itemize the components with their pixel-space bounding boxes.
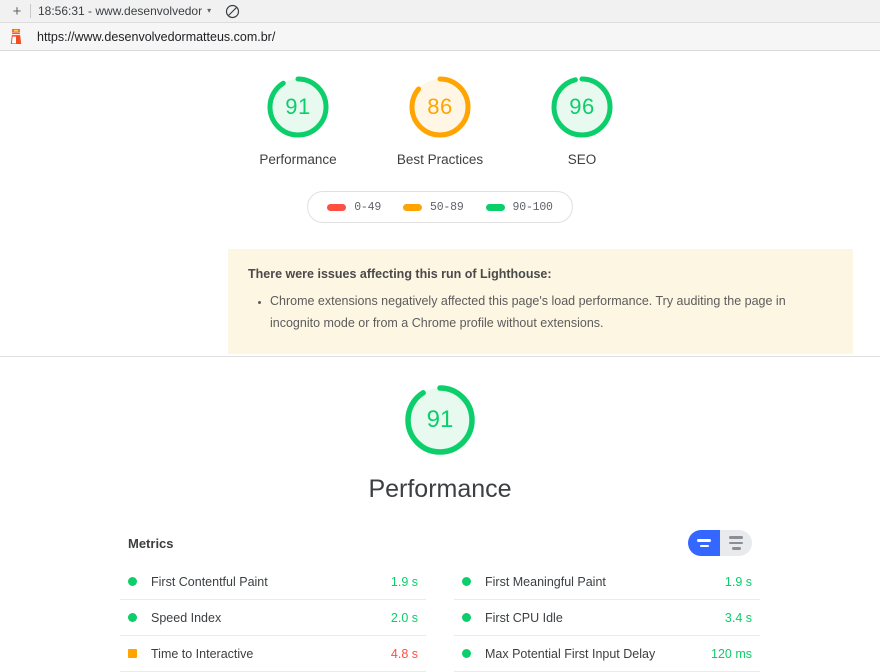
address-bar[interactable]: https://www.desenvolvedormatteus.com.br/ xyxy=(0,23,880,51)
legend-swatch-fail xyxy=(327,203,347,211)
metric-value: 120 ms xyxy=(711,646,752,661)
metric-value: 3.4 s xyxy=(724,610,752,625)
metric-name: First Contentful Paint xyxy=(151,574,268,589)
metric-row[interactable]: First Contentful Paint 1.9 s xyxy=(120,564,426,601)
metric-name: Speed Index xyxy=(151,610,222,625)
metric-status-icon xyxy=(128,577,137,587)
metric-status-icon xyxy=(462,613,471,623)
tab-strip: + 18:56:31 - www.desenvolvedor ▾ xyxy=(0,0,880,23)
toggle-bar xyxy=(729,541,743,545)
performance-score-value: 91 xyxy=(426,406,454,434)
metrics-column-left: First Contentful Paint 1.9 s Speed Index… xyxy=(120,564,426,672)
run-warnings-banner: There were issues affecting this run of … xyxy=(228,249,853,355)
legend-item-fail: 0-49 xyxy=(327,201,381,214)
metric-status-icon xyxy=(462,577,471,587)
score-gauges: 91 Performance 86 Best Practices 96 SEO xyxy=(0,51,880,169)
gauge-ring-best-practices: 86 xyxy=(406,73,474,141)
score-gauge-seo[interactable]: 96 SEO xyxy=(527,73,637,169)
score-gauge-performance[interactable]: 91 Performance xyxy=(243,73,353,169)
tab-separator xyxy=(30,4,31,18)
metric-name: Max Potential First Input Delay xyxy=(485,646,656,661)
performance-category-header: 91 Performance xyxy=(0,357,880,504)
metric-value: 1.9 s xyxy=(390,574,418,589)
simple-view-toggle[interactable] xyxy=(688,530,720,557)
performance-category-title: Performance xyxy=(368,475,512,504)
score-scale-legend: 0-49 50-89 90-100 xyxy=(307,191,573,224)
active-tab-title[interactable]: 18:56:31 - www.desenvolvedor xyxy=(38,4,202,18)
metrics-columns: First Contentful Paint 1.9 s Speed Index… xyxy=(120,564,760,672)
lighthouse-favicon-icon xyxy=(10,29,22,44)
detail-view-toggle[interactable] xyxy=(720,530,752,557)
score-legend-wrap: 0-49 50-89 90-100 xyxy=(0,191,880,224)
metric-status-icon xyxy=(462,649,471,659)
metric-row[interactable]: Time to Interactive 4.8 s xyxy=(120,636,426,672)
block-icon[interactable] xyxy=(225,4,240,19)
metric-status-icon xyxy=(128,613,137,623)
toggle-bar xyxy=(731,547,741,550)
metric-row[interactable]: First CPU Idle 3.4 s xyxy=(454,600,760,637)
run-warnings-list: Chrome extensions negatively affected th… xyxy=(248,291,827,334)
browser-chrome: + 18:56:31 - www.desenvolvedor ▾ https:/… xyxy=(0,0,880,51)
legend-label-average: 50-89 xyxy=(430,200,464,214)
metric-row[interactable]: First Meaningful Paint 1.9 s xyxy=(454,564,760,601)
score-label-seo: SEO xyxy=(567,152,597,167)
metric-status-icon xyxy=(128,649,137,659)
legend-item-average: 50-89 xyxy=(403,201,464,214)
metrics-heading: Metrics xyxy=(128,535,174,551)
url-text[interactable]: https://www.desenvolvedormatteus.com.br/ xyxy=(37,30,275,44)
metric-name: Time to Interactive xyxy=(151,646,254,661)
legend-swatch-pass xyxy=(485,203,505,211)
score-value-seo: 96 xyxy=(569,94,595,119)
metrics-header: Metrics xyxy=(120,530,760,557)
gauge-ring-performance: 91 xyxy=(264,73,332,141)
gauge-ring-seo: 96 xyxy=(548,73,616,141)
new-tab-button[interactable]: + xyxy=(6,2,28,20)
metric-name: First Meaningful Paint xyxy=(485,574,606,589)
legend-label-pass: 90-100 xyxy=(512,200,553,214)
toggle-bar xyxy=(697,539,711,542)
metric-row[interactable]: Speed Index 2.0 s xyxy=(120,600,426,637)
score-value-best-practices: 86 xyxy=(427,94,453,119)
metric-value: 1.9 s xyxy=(724,574,752,589)
metrics-column-right: First Meaningful Paint 1.9 s First CPU I… xyxy=(454,564,760,672)
score-label-best-practices: Best Practices xyxy=(396,152,484,167)
lighthouse-report: 91 Performance 86 Best Practices 96 SEO … xyxy=(0,51,880,672)
metric-name: First CPU Idle xyxy=(485,610,563,625)
legend-label-fail: 0-49 xyxy=(354,200,382,214)
legend-swatch-average xyxy=(403,203,423,211)
toggle-bar xyxy=(729,536,743,539)
toggle-bar xyxy=(699,544,709,548)
run-warnings-title: There were issues affecting this run of … xyxy=(248,267,552,282)
performance-gauge-ring: 91 xyxy=(401,381,479,459)
legend-item-pass: 90-100 xyxy=(485,200,553,214)
score-label-performance: Performance xyxy=(259,152,337,167)
metrics-view-toggle xyxy=(688,530,752,557)
metrics-section: Metrics First Contentful Paint 1.9 s Spe… xyxy=(120,530,760,672)
metric-value: 4.8 s xyxy=(390,646,418,661)
score-value-performance: 91 xyxy=(285,94,311,119)
chevron-down-icon[interactable]: ▾ xyxy=(207,6,211,15)
metric-row[interactable]: Max Potential First Input Delay 120 ms xyxy=(454,636,760,672)
metric-value: 2.0 s xyxy=(390,610,418,625)
run-warning-item: Chrome extensions negatively affected th… xyxy=(270,291,827,334)
score-gauge-best-practices[interactable]: 86 Best Practices xyxy=(385,73,495,169)
